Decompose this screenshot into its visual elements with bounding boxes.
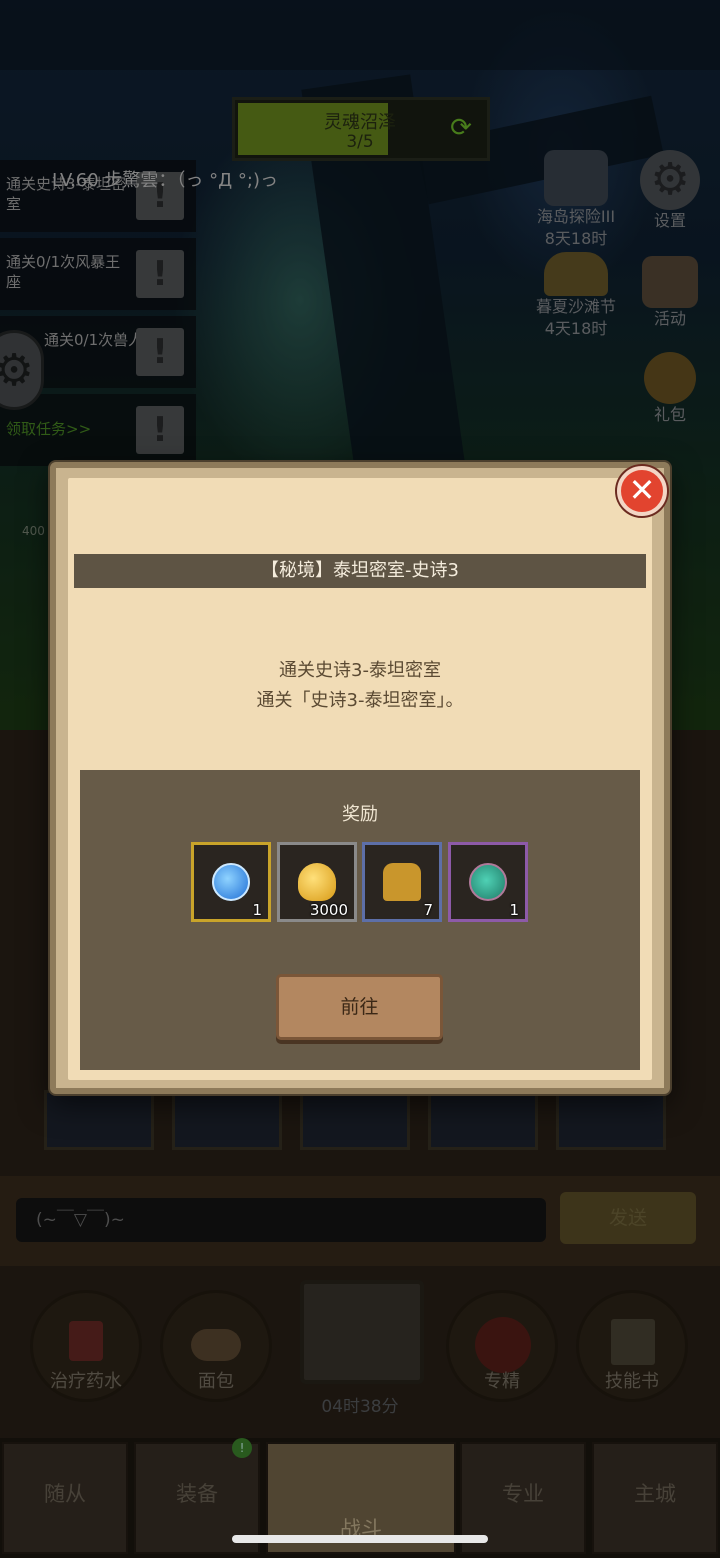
player-level-line: LV.60 步驚雲：（っ °Д °;)っ [52, 170, 278, 191]
consumable-label: 专精 [484, 1371, 520, 1392]
equipment-slot[interactable] [172, 1090, 282, 1150]
reward-item[interactable]: 7 [362, 842, 442, 922]
consumable-bread[interactable]: 面包 [160, 1290, 272, 1402]
reward-title: 奖励 [342, 804, 378, 825]
equipment-slot[interactable] [556, 1090, 666, 1150]
hero-level-value: 400 [22, 524, 45, 538]
scroll-icon [642, 256, 698, 308]
chat-input[interactable]: (~￣▽￣)~ [16, 1198, 546, 1242]
go-button[interactable]: 前往 [276, 974, 443, 1040]
home-indicator[interactable] [232, 1535, 488, 1543]
event-label: 海岛探险III [536, 207, 616, 226]
consumable-specialization[interactable]: 专精 [446, 1290, 558, 1402]
exclamation-icon: ! [136, 328, 184, 376]
teal-gem-icon [469, 863, 507, 901]
accept-quest-link[interactable]: 领取任务>> [6, 418, 91, 439]
close-icon[interactable]: ✕ [617, 466, 667, 516]
skill-book-icon [611, 1319, 655, 1365]
auto-battle-gear-icon[interactable]: ⚙ [0, 330, 44, 410]
dialog-title-strip: 【秘境】泰坦密室-史诗3 [74, 554, 646, 588]
exclamation-icon: ! [136, 406, 184, 454]
consumable-skill-book[interactable]: 技能书 [576, 1290, 688, 1402]
event-island-adventure[interactable]: 海岛探险III 8天18时 [528, 150, 624, 250]
reward-count: 7 [423, 901, 433, 919]
consumable-label: 技能书 [605, 1371, 659, 1392]
chest-timer: 04时38分 [321, 1397, 399, 1417]
blue-token-icon [212, 863, 250, 901]
quest-text: 通关0/1次风暴王座 [6, 253, 121, 291]
zone-progress-banner[interactable]: 灵魂沼泽 3/5 ⟳ [232, 97, 490, 161]
reward-count: 1 [509, 901, 519, 919]
quest-item[interactable]: 通关0/1次风暴王座 ! [0, 238, 196, 310]
event-beach-festival[interactable]: 暮夏沙滩节 4天18时 [526, 252, 626, 340]
activity-button[interactable]: 活动 [634, 256, 706, 330]
dialog-title: 【秘境】泰坦密室-史诗3 [261, 560, 459, 581]
gear-icon: ⚙ [640, 150, 700, 210]
tab-followers[interactable]: 随从 [2, 1442, 128, 1554]
reward-item[interactable]: 1 [448, 842, 528, 922]
settings-label: 设置 [653, 211, 686, 230]
event-timer: 4天18时 [544, 319, 608, 338]
reward-item[interactable]: 1 [191, 842, 271, 922]
gift-pack-button[interactable]: 礼包 [634, 352, 706, 426]
consumable-potion[interactable]: 治疗药水 [30, 1290, 142, 1402]
gift-icon [644, 352, 696, 404]
quest-description: 通关「史诗3-泰坦密室」。 [256, 690, 464, 711]
reward-count: 3000 [309, 901, 348, 919]
equipment-notification-badge: ! [232, 1438, 252, 1458]
bread-icon [191, 1329, 241, 1361]
activity-label: 活动 [653, 309, 686, 328]
quest-name: 通关史诗3-泰坦密室 [279, 660, 441, 681]
reward-item[interactable]: 3000 [277, 842, 357, 922]
gold-coin-icon [298, 863, 336, 901]
specialization-icon [475, 1317, 531, 1373]
exclamation-icon: ! [136, 250, 184, 298]
consumable-label: 面包 [198, 1371, 234, 1392]
equipment-slot[interactable] [300, 1090, 410, 1150]
equipment-slot[interactable] [428, 1090, 538, 1150]
tab-main-city[interactable]: 主城 [592, 1442, 718, 1554]
horned-helmet-icon [383, 863, 421, 901]
settings-button[interactable]: ⚙ 设置 [634, 150, 706, 232]
treasure-chest-icon[interactable] [300, 1280, 424, 1384]
consumable-label: 治疗药水 [50, 1371, 122, 1392]
event-timer: 8天18时 [544, 229, 608, 248]
anchor-icon [544, 150, 608, 206]
beach-hat-icon [544, 252, 608, 296]
reward-count: 1 [252, 901, 262, 919]
equipment-slot[interactable] [44, 1090, 154, 1150]
refresh-icon[interactable]: ⟳ [445, 112, 477, 144]
potion-icon [69, 1321, 103, 1361]
gift-label: 礼包 [653, 405, 686, 424]
send-button[interactable]: 发送 [560, 1192, 696, 1244]
event-label: 暮夏沙滩节 [535, 297, 616, 316]
